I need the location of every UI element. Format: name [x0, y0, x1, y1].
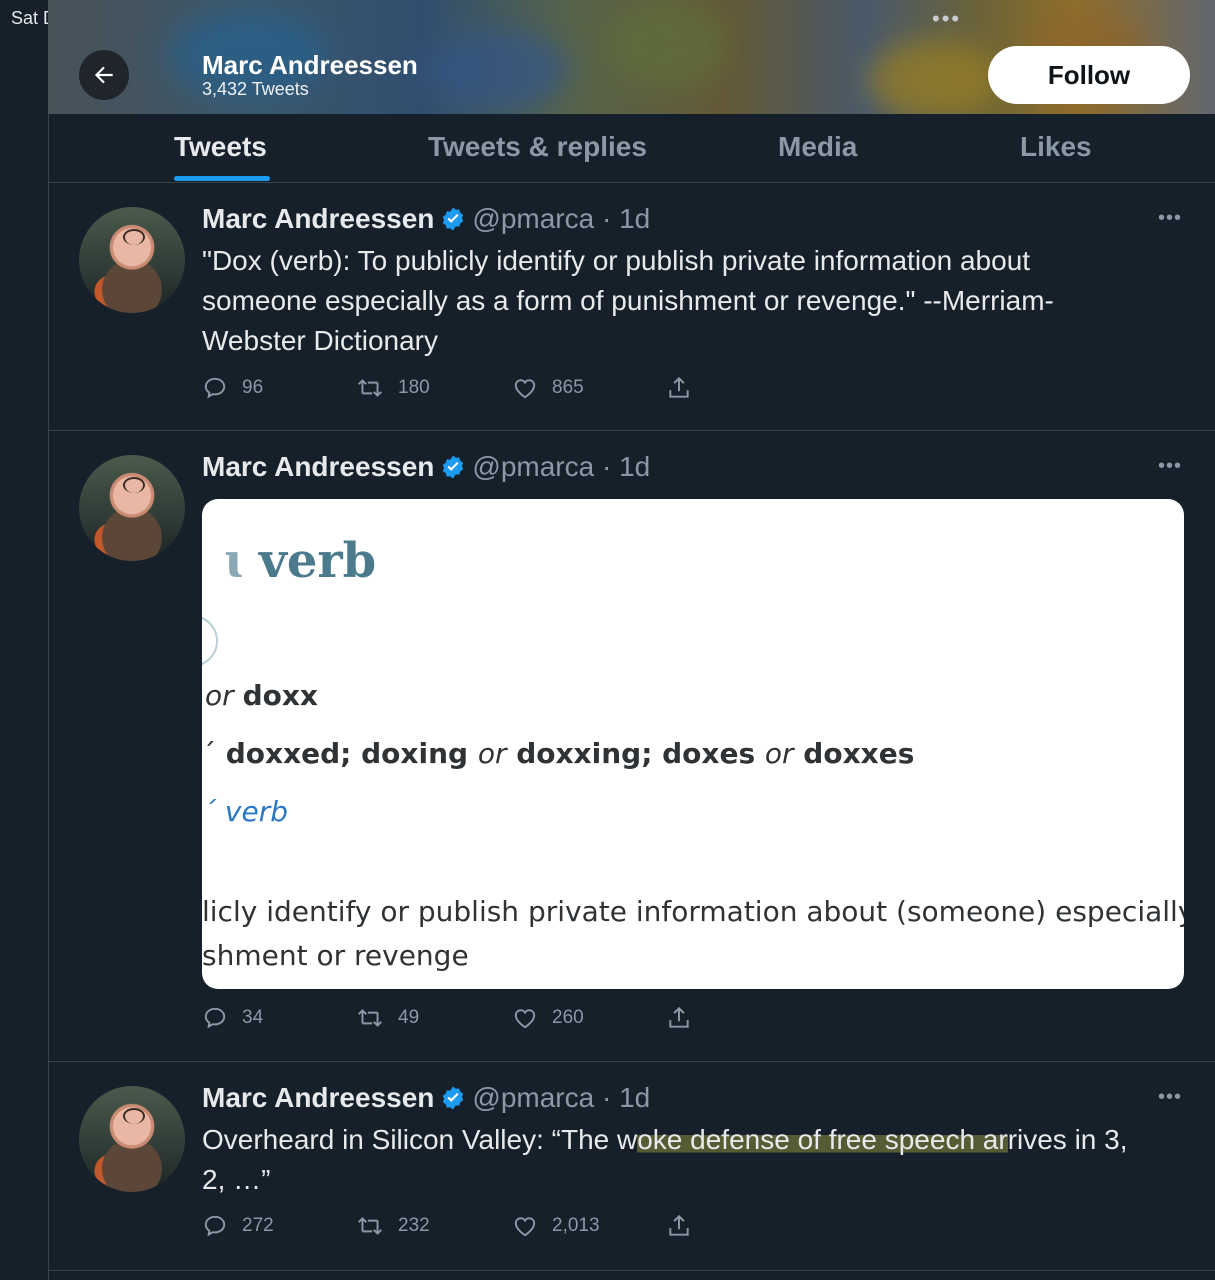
share-icon: [669, 1214, 689, 1236]
share-button[interactable]: [666, 375, 706, 401]
tweet-time[interactable]: · 1d: [602, 451, 650, 482]
tweet-text: "Dox (verb): To publicly identify or pub…: [202, 241, 1192, 361]
reply-button[interactable]: 34: [202, 1005, 263, 1031]
reply-icon: [204, 1215, 226, 1237]
retweet-icon: [358, 1217, 382, 1235]
retweet-icon: [358, 1009, 382, 1027]
dictionary-variant: or doxx: [205, 679, 318, 712]
retweet-count: 232: [398, 1215, 430, 1236]
tweet-actions: 96 180 865: [202, 375, 762, 405]
author-name[interactable]: Marc Andreessen: [202, 203, 434, 234]
verified-badge-icon: [440, 206, 466, 239]
tweet-text-line: "Dox (verb): To publicly identify or pub…: [202, 245, 1031, 276]
dictionary-pos: ˊ verb: [202, 795, 288, 828]
tweet[interactable]: Marc Andreessen @pmarca · 1d ••• ɩ verb o…: [48, 431, 1215, 1062]
author-name[interactable]: Marc Andreessen: [202, 451, 434, 482]
retweet-button[interactable]: 180: [356, 375, 430, 401]
tweet-header: Marc Andreessen @pmarca · 1d: [202, 1082, 650, 1118]
tweet-actions: 272 232 2,013: [202, 1213, 762, 1243]
like-count: 2,013: [552, 1215, 600, 1236]
tweet-text-line: someone especially as a form of punishme…: [202, 285, 1054, 316]
dictionary-definition-line: licly identify or publish private inform…: [202, 895, 1184, 928]
reply-button[interactable]: 272: [202, 1213, 274, 1239]
avatar[interactable]: [79, 207, 185, 313]
tab-media[interactable]: Media: [778, 131, 857, 163]
tweet-image[interactable]: ɩ verb or doxx ˊ doxxed; doxing or doxxi…: [202, 499, 1184, 989]
reply-icon: [204, 377, 226, 399]
left-rail: [0, 0, 49, 1280]
like-button[interactable]: 2,013: [512, 1213, 600, 1239]
reply-icon: [204, 1007, 226, 1029]
profile-name: Marc Andreessen: [202, 50, 418, 80]
tweet-time[interactable]: · 1d: [602, 203, 650, 234]
tweet-text: Overheard in Silicon Valley: “The woke d…: [202, 1120, 1192, 1200]
reply-button[interactable]: 96: [202, 375, 263, 401]
follow-button[interactable]: Follow: [988, 46, 1190, 104]
tweet-count: 3,432 Tweets: [202, 79, 309, 99]
tweet-header: Marc Andreessen @pmarca · 1d: [202, 203, 650, 239]
retweet-count: 49: [398, 1007, 420, 1028]
tweet-text-line: Webster Dictionary: [202, 325, 439, 356]
more-icon[interactable]: •••: [1158, 455, 1182, 478]
tweet-text-line: 2, …”: [202, 1164, 271, 1195]
like-button[interactable]: 865: [512, 375, 584, 401]
tweet-actions: 34 49 260: [202, 1005, 762, 1035]
profile-tabs: Tweets Tweets & replies Media Likes: [48, 114, 1215, 183]
reply-count: 96: [242, 377, 264, 398]
like-icon: [514, 1217, 536, 1237]
tab-tweets-replies[interactable]: Tweets & replies: [428, 131, 647, 163]
active-tab-indicator: [174, 176, 270, 181]
back-arrow-icon: [94, 66, 113, 84]
multitask-dots[interactable]: •••: [932, 6, 961, 32]
avatar[interactable]: [79, 455, 185, 561]
verified-badge-icon: [440, 1085, 466, 1118]
tab-likes[interactable]: Likes: [1020, 131, 1092, 163]
share-button[interactable]: [666, 1213, 706, 1239]
dictionary-definition-line: shment or revenge: [202, 939, 469, 972]
dictionary-headword: ɩ verb: [224, 533, 377, 589]
reply-count: 34: [242, 1007, 264, 1028]
author-name[interactable]: Marc Andreessen: [202, 1082, 434, 1113]
tweet[interactable]: Marc Andreessen @pmarca · 1d ••• "Dox (ve…: [48, 183, 1215, 431]
back-button[interactable]: [79, 50, 129, 100]
highlighted-text: oke defense of free speech ar: [637, 1124, 1008, 1155]
more-icon[interactable]: •••: [1158, 1086, 1182, 1109]
dictionary-audio-icon: [202, 615, 218, 667]
dictionary-inflections: ˊ doxxed; doxing or doxxing; doxes or do…: [202, 737, 915, 770]
like-count: 260: [552, 1007, 584, 1028]
author-handle[interactable]: @pmarca: [472, 203, 594, 234]
author-handle[interactable]: @pmarca: [472, 451, 594, 482]
retweet-button[interactable]: 232: [356, 1213, 430, 1239]
tweet-text-line: Overheard in Silicon Valley: “The woke d…: [202, 1124, 1128, 1155]
like-icon: [514, 1009, 536, 1029]
like-count: 865: [552, 377, 584, 398]
retweet-icon: [358, 379, 382, 397]
more-icon[interactable]: •••: [1158, 207, 1182, 230]
like-icon: [514, 379, 536, 399]
retweet-button[interactable]: 49: [356, 1005, 419, 1031]
avatar[interactable]: [79, 1086, 185, 1192]
tweet-header: Marc Andreessen @pmarca · 1d: [202, 451, 650, 487]
share-icon: [669, 1006, 689, 1028]
tweet-time[interactable]: · 1d: [602, 1082, 650, 1113]
reply-count: 272: [242, 1215, 274, 1236]
verified-badge-icon: [440, 454, 466, 487]
author-handle[interactable]: @pmarca: [472, 1082, 594, 1113]
tweet[interactable]: Marc Andreessen @pmarca · 1d ••• Overhear…: [48, 1062, 1215, 1271]
like-button[interactable]: 260: [512, 1005, 584, 1031]
share-icon: [669, 376, 689, 398]
tab-tweets[interactable]: Tweets: [174, 131, 267, 163]
share-button[interactable]: [666, 1005, 706, 1031]
retweet-count: 180: [398, 377, 430, 398]
